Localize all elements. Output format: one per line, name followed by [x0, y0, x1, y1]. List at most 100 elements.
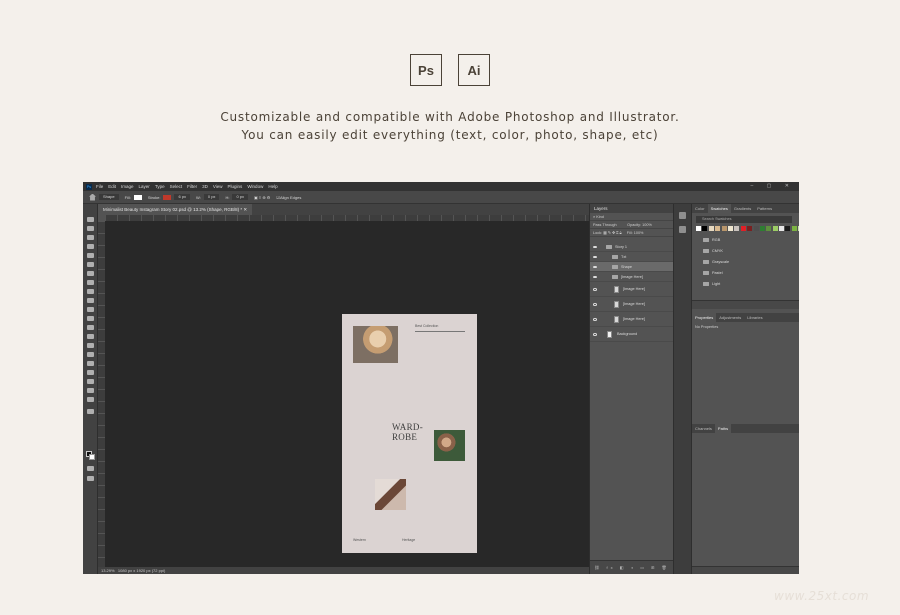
- menu-type[interactable]: Type: [155, 184, 165, 189]
- eye-icon[interactable]: [593, 333, 597, 336]
- stamp-tool-icon[interactable]: [87, 298, 94, 303]
- quick-mask-icon[interactable]: [87, 466, 94, 471]
- layer-row[interactable]: Story 1: [590, 242, 674, 252]
- menu-layer[interactable]: Layer: [139, 184, 150, 189]
- swatch-group-row[interactable]: RGB: [696, 235, 792, 245]
- menu-window[interactable]: Window: [247, 184, 263, 189]
- blur-tool-icon[interactable]: [87, 334, 94, 339]
- height-field[interactable]: 0 px: [232, 194, 248, 200]
- tab-adjustments[interactable]: Adjustments: [716, 313, 744, 322]
- color-swatch[interactable]: [740, 226, 746, 231]
- layer-row[interactable]: [Image Here]: [590, 282, 674, 297]
- healing-tool-icon[interactable]: [87, 280, 94, 285]
- layer-row[interactable]: Shape: [590, 262, 674, 272]
- 3d-icon[interactable]: [679, 226, 686, 233]
- menu-view[interactable]: View: [213, 184, 223, 189]
- history-brush-tool-icon[interactable]: [87, 307, 94, 312]
- layer-row[interactable]: Background: [590, 327, 674, 342]
- history-icon[interactable]: [679, 212, 686, 219]
- tab-gradients[interactable]: Gradients: [731, 204, 754, 213]
- blend-mode-select[interactable]: Pass Through: [593, 223, 617, 227]
- screen-mode-icon[interactable]: [87, 476, 94, 481]
- stroke-width-field[interactable]: 6 px: [174, 194, 191, 200]
- swatch-group-row[interactable]: Grayscale: [696, 257, 792, 267]
- layers-panel-title[interactable]: Layers: [590, 204, 673, 213]
- eyedropper-tool-icon[interactable]: [87, 271, 94, 276]
- width-field[interactable]: 0 px: [203, 194, 220, 200]
- marquee-tool-icon[interactable]: [87, 226, 94, 231]
- color-swatch[interactable]: [772, 226, 778, 231]
- vertical-ruler[interactable]: [98, 221, 105, 567]
- more-tools-icon[interactable]: [87, 409, 94, 414]
- crop-tool-icon[interactable]: [87, 253, 94, 258]
- menu-image[interactable]: Image: [121, 184, 134, 189]
- path-select-tool-icon[interactable]: [87, 370, 94, 375]
- zoom-level[interactable]: 13.29%: [101, 568, 115, 573]
- color-swatch[interactable]: [734, 226, 740, 231]
- pen-tool-icon[interactable]: [87, 352, 94, 357]
- menu-3d[interactable]: 3D: [202, 184, 208, 189]
- stroke-swatch[interactable]: [163, 194, 172, 200]
- move-tool-icon[interactable]: [87, 217, 94, 222]
- color-swatch[interactable]: [753, 226, 759, 231]
- tab-libraries[interactable]: Libraries: [744, 313, 765, 322]
- lasso-tool-icon[interactable]: [87, 235, 94, 240]
- artboard[interactable]: Best Collection WARD- ROBE Western Herit…: [342, 314, 477, 553]
- menu-file[interactable]: File: [96, 184, 103, 189]
- canvas-area[interactable]: Best Collection WARD- ROBE Western Herit…: [105, 221, 589, 567]
- layer-filter-row[interactable]: ⌕ Kind: [590, 213, 673, 221]
- eye-icon[interactable]: [593, 303, 597, 306]
- color-swatch[interactable]: [696, 226, 701, 231]
- tool-mode-select[interactable]: Shape: [99, 194, 119, 200]
- color-swatch[interactable]: [747, 226, 753, 231]
- menu-filter[interactable]: Filter: [187, 184, 197, 189]
- shape-tool-icon[interactable]: [87, 379, 94, 384]
- eye-icon[interactable]: [593, 265, 597, 268]
- color-swatch[interactable]: [785, 226, 791, 231]
- brush-tool-icon[interactable]: [87, 289, 94, 294]
- color-swatch[interactable]: [708, 226, 714, 231]
- layer-row[interactable]: [Image Here]: [590, 312, 674, 327]
- path-ops-icon[interactable]: ▣ ≡ ⊕ ⚙: [254, 195, 270, 200]
- tab-channels[interactable]: Channels: [692, 424, 715, 433]
- frame-tool-icon[interactable]: [87, 262, 94, 267]
- artboard-photo-1[interactable]: [353, 326, 398, 363]
- swatch-group-row[interactable]: Pastel: [696, 268, 792, 278]
- hand-tool-icon[interactable]: [87, 388, 94, 393]
- layers-footer-actions[interactable]: ⛓ fx ◧ ◑ ▭ ⊞ 🗑︎: [590, 560, 674, 574]
- color-swatch[interactable]: [791, 226, 797, 231]
- eye-icon[interactable]: [593, 255, 597, 258]
- color-swatch[interactable]: [798, 226, 799, 231]
- background-color-swatch[interactable]: [89, 454, 95, 460]
- swatch-group-row[interactable]: CMYK: [696, 246, 792, 256]
- swatches-footer-actions[interactable]: [692, 300, 799, 309]
- tab-paths[interactable]: Paths: [714, 424, 732, 433]
- dodge-tool-icon[interactable]: [87, 343, 94, 348]
- layer-row[interactable]: [Image Here]: [590, 297, 674, 312]
- fill-swatch[interactable]: [133, 194, 142, 200]
- window-controls[interactable]: – ▢ ✕: [751, 183, 795, 189]
- fill-field[interactable]: 100%: [634, 231, 644, 235]
- opacity-field[interactable]: 100%: [642, 223, 652, 227]
- layer-row[interactable]: Txt: [590, 252, 674, 262]
- quick-select-tool-icon[interactable]: [87, 244, 94, 249]
- menu-edit[interactable]: Edit: [108, 184, 116, 189]
- menu-select[interactable]: Select: [170, 184, 183, 189]
- eye-icon[interactable]: [593, 275, 597, 278]
- color-swatch[interactable]: [727, 226, 733, 231]
- tab-color[interactable]: Color: [692, 204, 708, 213]
- color-swatch[interactable]: [766, 226, 772, 231]
- eye-icon[interactable]: [593, 288, 597, 291]
- close-icon[interactable]: ✕: [243, 207, 247, 212]
- type-tool-icon[interactable]: [87, 361, 94, 366]
- menu-help[interactable]: Help: [268, 184, 277, 189]
- swatches-search-input[interactable]: Search Swatches: [696, 216, 792, 223]
- eraser-tool-icon[interactable]: [87, 316, 94, 321]
- zoom-tool-icon[interactable]: [87, 397, 94, 402]
- tab-swatches[interactable]: Swatches: [707, 204, 731, 213]
- lock-icons[interactable]: ▦ ✎ ✥ ⌗ 🔒︎: [603, 231, 621, 235]
- color-swatch[interactable]: [759, 226, 765, 231]
- gradient-tool-icon[interactable]: [87, 325, 94, 330]
- paths-footer-actions[interactable]: [692, 566, 799, 574]
- color-swatch[interactable]: [715, 226, 721, 231]
